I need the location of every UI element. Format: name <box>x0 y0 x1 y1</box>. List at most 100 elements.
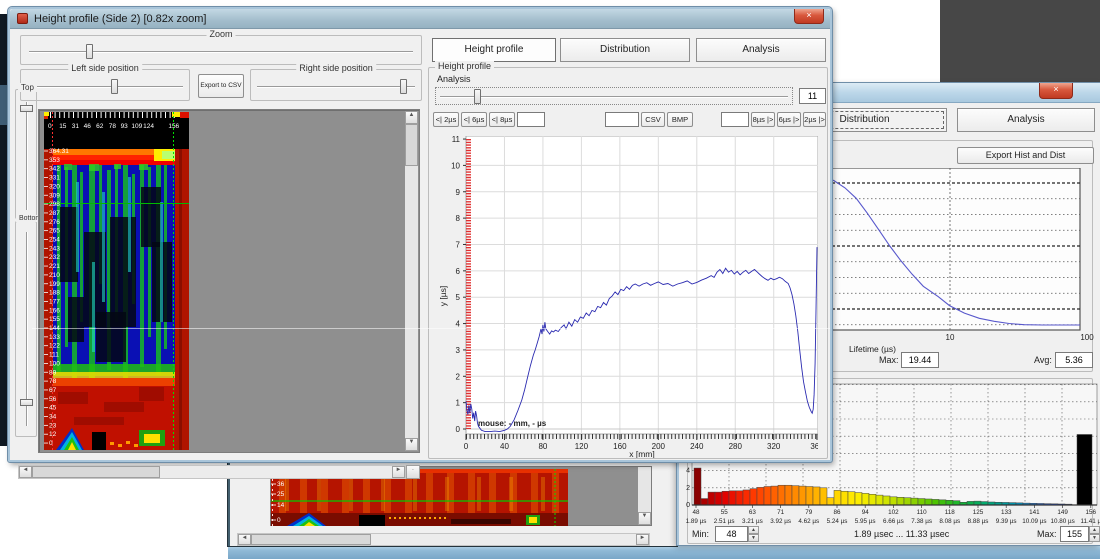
svg-text:7: 7 <box>456 240 461 249</box>
svg-text:9: 9 <box>456 188 461 197</box>
spin-down-button[interactable]: ▼ <box>748 534 759 542</box>
svg-text:149: 149 <box>1057 509 1068 516</box>
back-2us-button[interactable]: <| 2µs <box>433 112 459 127</box>
svg-text:8.88 µs: 8.88 µs <box>968 518 989 525</box>
svg-text:0: 0 <box>277 517 281 524</box>
background-horizontal-scrollbar[interactable]: ◄ ► <box>237 533 650 546</box>
close-button[interactable]: × <box>794 9 824 24</box>
svg-text:10: 10 <box>451 161 460 170</box>
scroll-up-button[interactable]: ▲ <box>405 111 418 124</box>
svg-text:102: 102 <box>888 509 899 516</box>
max-value-field[interactable]: 19.44 <box>901 352 939 368</box>
scrollbar-corner[interactable]: . <box>406 465 420 479</box>
svg-text:1.89 µs: 1.89 µs <box>686 518 707 525</box>
svg-text:8: 8 <box>456 214 461 223</box>
scroll-thumb[interactable] <box>251 534 371 545</box>
spin-up-button[interactable]: ▲ <box>748 526 759 534</box>
avg-value-field[interactable]: 5.36 <box>1055 352 1093 368</box>
svg-text:78: 78 <box>109 123 117 130</box>
hist-min-value[interactable]: 48 <box>715 526 748 542</box>
aero-window-bottom-border <box>228 544 1100 559</box>
bmp-button[interactable]: BMP <box>667 112 693 127</box>
analysis-slider[interactable] <box>435 87 793 105</box>
svg-text:93: 93 <box>121 123 129 130</box>
vertical-scrollbar[interactable]: ▲ ▼ <box>405 111 418 451</box>
analysis-value-field[interactable]: 11 <box>799 88 826 104</box>
background-vertical-scrollbar[interactable]: ▼ <box>638 467 651 525</box>
bottom-slider[interactable] <box>20 399 33 406</box>
left-position-label: Left side position <box>68 63 142 73</box>
zoom-group-label: Zoom <box>206 29 235 39</box>
svg-text:298: 298 <box>49 201 60 208</box>
spin-up-button[interactable]: ▲ <box>1089 526 1100 534</box>
svg-text:155: 155 <box>49 316 60 323</box>
scroll-thumb[interactable] <box>32 466 160 478</box>
bottom-group: Bottom <box>15 221 37 437</box>
svg-text:1: 1 <box>456 399 461 408</box>
svg-text:232: 232 <box>49 254 60 261</box>
top-slider[interactable] <box>20 105 33 112</box>
left-position-slider[interactable] <box>111 79 118 94</box>
height-profile-titlebar[interactable]: Height profile (Side 2) [0.82x zoom] × <box>10 9 830 29</box>
scroll-left-button[interactable]: ◄ <box>238 534 251 545</box>
svg-text:100: 100 <box>49 360 60 367</box>
scroll-left-button[interactable]: ◄ <box>19 466 32 478</box>
right-position-slider[interactable] <box>400 79 407 94</box>
svg-text:Intensity / Lifetime: Intensity / Lifetime <box>864 527 924 528</box>
scroll-down-button[interactable]: ▼ <box>405 438 418 451</box>
tab-analysis[interactable]: Analysis <box>957 108 1095 132</box>
fwd-6us-button[interactable]: 6µs |> <box>777 112 801 127</box>
tab-analysis[interactable]: Analysis <box>696 38 826 62</box>
csv-button[interactable]: CSV <box>641 112 665 127</box>
svg-text:12: 12 <box>49 431 57 438</box>
svg-text:364.31: 364.31 <box>49 148 69 155</box>
svg-text:45: 45 <box>49 405 57 412</box>
scroll-down-button[interactable]: ▼ <box>638 512 651 525</box>
tab-height-profile[interactable]: Height profile <box>432 38 556 62</box>
right-position-label: Right side position <box>296 63 376 73</box>
tab-distribution[interactable]: Distribution <box>560 38 690 62</box>
svg-text:3.21 µs: 3.21 µs <box>742 518 763 525</box>
scroll-thumb[interactable] <box>405 124 418 166</box>
svg-text:124: 124 <box>143 123 154 130</box>
svg-text:276: 276 <box>49 219 60 226</box>
svg-text:8.08 µs: 8.08 µs <box>939 518 960 525</box>
avg-label: Avg: <box>1034 355 1052 365</box>
svg-text:111: 111 <box>49 352 59 359</box>
svg-text:109: 109 <box>131 123 142 130</box>
text-field-1[interactable] <box>517 112 545 127</box>
svg-text:15: 15 <box>59 123 67 130</box>
fwd-8us-button[interactable]: 8µs |> <box>751 112 775 127</box>
scroll-right-button[interactable]: ► <box>636 534 649 545</box>
zoom-slider[interactable] <box>86 44 93 59</box>
svg-text:80: 80 <box>538 442 547 451</box>
svg-text:86: 86 <box>833 509 841 516</box>
svg-text:6: 6 <box>456 267 461 276</box>
hist-min-spinner[interactable]: 48 ▲ ▼ <box>715 526 759 542</box>
analysis-label: Analysis <box>437 74 471 84</box>
hist-max-label: Max: <box>1037 529 1057 539</box>
height-profile-window: Height profile (Side 2) [0.82x zoom] × Z… <box>8 7 832 462</box>
svg-text:100: 100 <box>1080 333 1094 342</box>
text-field-3[interactable] <box>721 112 749 127</box>
spin-down-button[interactable]: ▼ <box>1089 534 1100 542</box>
svg-text:125: 125 <box>973 509 984 516</box>
heatmap-viewport[interactable]: 0153146627893109124156364.31353342331320… <box>38 109 420 453</box>
top-group-label: Top <box>18 83 37 92</box>
svg-text:48: 48 <box>692 509 700 516</box>
scroll-right-button[interactable]: ► <box>392 466 405 478</box>
export-csv-button[interactable]: Export to CSV <box>198 74 244 98</box>
svg-text:141: 141 <box>1029 509 1040 516</box>
svg-text:4: 4 <box>686 468 690 475</box>
close-button[interactable]: × <box>1039 83 1073 99</box>
fwd-2us-button[interactable]: 2µs |> <box>803 112 826 127</box>
hist-max-spinner[interactable]: 155 ▲ ▼ <box>1060 526 1100 542</box>
back-8us-button[interactable]: <| 8µs <box>489 112 515 127</box>
hist-max-value[interactable]: 155 <box>1060 526 1089 542</box>
svg-text:0: 0 <box>456 425 461 434</box>
back-6us-button[interactable]: <| 6µs <box>461 112 487 127</box>
horizontal-scrollbar[interactable]: ◄ ► <box>18 465 406 479</box>
svg-text:0: 0 <box>464 442 469 451</box>
text-field-2[interactable] <box>605 112 639 127</box>
export-hist-dist-button[interactable]: Export Hist and Dist <box>957 147 1094 164</box>
